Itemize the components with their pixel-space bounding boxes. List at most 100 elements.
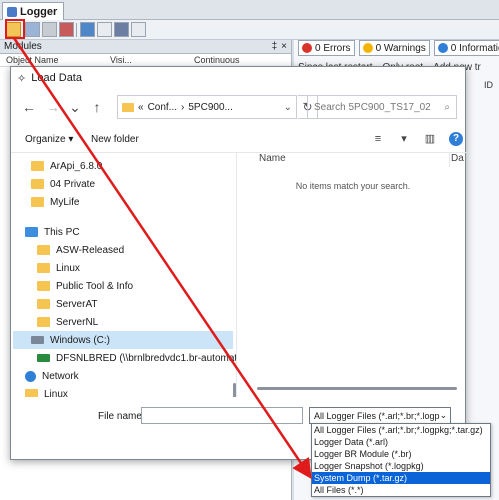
nav-pane-scrollbar[interactable]: [233, 383, 236, 397]
search-icon[interactable]: [97, 22, 112, 37]
logger-tab[interactable]: Logger: [2, 2, 65, 20]
nav-item-serverat[interactable]: ServerAT: [37, 295, 98, 313]
errors-label: 0 Errors: [315, 42, 351, 54]
main-toolbar: [0, 20, 499, 40]
nav-item-label: Network: [42, 370, 79, 382]
breadcrumb-5pc900[interactable]: 5PC900...: [188, 102, 232, 113]
new-folder-button[interactable]: New folder: [91, 134, 139, 145]
file-type-select[interactable]: All Logger Files (*.arl;*.br;*.logp ⌄: [309, 407, 451, 424]
informations-filter[interactable]: 0 Informations: [433, 40, 499, 56]
nav-item-label: This PC: [44, 226, 80, 238]
file-type-selected: All Logger Files (*.arl;*.br;*.logp: [314, 410, 440, 421]
up-arrow-icon[interactable]: ↑: [89, 99, 105, 115]
folder-icon: [25, 389, 38, 397]
nav-item-label: Linux: [44, 388, 68, 398]
column-name-header[interactable]: Name: [259, 153, 286, 164]
nav-item-linux[interactable]: Linux: [25, 385, 68, 397]
file-type-option[interactable]: Logger Data (*.arl): [312, 436, 490, 448]
organize-button[interactable]: Organize ▾: [25, 134, 73, 145]
file-type-option-highlighted[interactable]: System Dump (*.tar.gz): [312, 472, 490, 484]
view-caret-icon[interactable]: ▾: [397, 132, 411, 146]
nav-item-arapi[interactable]: ArApi_6.8.0: [31, 157, 102, 175]
dialog-title: Load Data: [31, 72, 82, 84]
nav-item-label: Public Tool & Info: [56, 280, 134, 292]
folder-icon: [31, 179, 44, 189]
nav-item-label: 04 Private: [50, 178, 96, 190]
breadcrumb-conf[interactable]: Conf...: [148, 102, 177, 113]
file-type-option[interactable]: All Logger Files (*.arl;*.br;*.logpkg;*.…: [312, 424, 490, 436]
nav-item-mylife[interactable]: MyLife: [31, 193, 79, 211]
column-visible[interactable]: Visi...: [104, 55, 188, 65]
back-arrow-icon[interactable]: ←: [21, 99, 37, 115]
filter-icon[interactable]: [131, 22, 146, 37]
logger-icon: [7, 6, 17, 17]
filter-row: 0 Errors 0 Warnings 0 Informations: [298, 40, 499, 58]
nav-item-network[interactable]: Network: [25, 367, 79, 385]
file-name-label: File name:: [98, 411, 145, 422]
nav-item-linux-folder[interactable]: Linux: [37, 259, 80, 277]
pin-icon[interactable]: ‡: [272, 41, 278, 52]
column-continuous[interactable]: Continuous: [188, 55, 240, 65]
connect-icon[interactable]: [114, 22, 129, 37]
save-icon[interactable]: [25, 22, 40, 37]
file-name-input[interactable]: [141, 407, 303, 424]
file-type-option[interactable]: All Files (*.*): [312, 484, 490, 496]
nav-item-label: ServerNL: [56, 316, 99, 328]
search-icon: ⌕: [444, 101, 450, 113]
warnings-filter[interactable]: 0 Warnings: [358, 40, 430, 56]
nav-item-label: Windows (C:): [50, 334, 111, 346]
nav-item-windows-c[interactable]: Windows (C:): [13, 331, 233, 349]
nav-item-public-tool[interactable]: Public Tool & Info: [37, 277, 133, 295]
help-icon[interactable]: ?: [449, 132, 463, 146]
warning-icon: [362, 43, 373, 53]
file-type-option[interactable]: Logger Snapshot (*.logpkg): [312, 460, 490, 472]
load-data-dialog: ✧ Load Data ← → ⌄ ↑ « Conf... › 5PC900..…: [10, 66, 467, 460]
annotation-highlight-box: [5, 19, 25, 39]
id-column-header: ID: [484, 80, 493, 90]
toolbar-separator: [76, 23, 77, 37]
empty-message: No items match your search.: [295, 181, 411, 191]
folder-icon: [37, 299, 50, 309]
folder-icon: [31, 161, 44, 171]
nav-item-label: ASW-Released: [56, 244, 125, 256]
refresh-list-icon[interactable]: [80, 22, 95, 37]
nav-item-label: MyLife: [50, 196, 80, 208]
drive-icon: [31, 336, 44, 344]
column-divider[interactable]: [449, 153, 450, 167]
column-object-name[interactable]: Object Name: [0, 55, 104, 65]
search-placeholder: Search 5PC900_TS17_02: [314, 101, 431, 113]
error-icon: [302, 43, 312, 53]
save-as-icon[interactable]: [42, 22, 57, 37]
breadcrumb-separator: ›: [181, 101, 185, 113]
app-tab-bar: Logger: [0, 0, 499, 20]
nav-item-this-pc[interactable]: This PC: [25, 223, 80, 241]
errors-filter[interactable]: 0 Errors: [298, 40, 355, 56]
load-data-dialog-icon: ✧: [17, 72, 27, 85]
logger-tab-label: Logger: [20, 5, 58, 18]
address-bar[interactable]: « Conf... › 5PC900... ⌄: [117, 95, 297, 119]
column-date-header[interactable]: Da: [451, 153, 464, 164]
dialog-title-bar: ✧ Load Data: [11, 67, 465, 89]
view-list-icon[interactable]: ≡: [371, 132, 385, 146]
nav-item-asw-released[interactable]: ASW-Released: [37, 241, 124, 259]
modules-title: Modules: [4, 41, 42, 52]
file-list-pane: Name Da No items match your search.: [251, 153, 465, 397]
nav-item-04-private[interactable]: 04 Private: [31, 175, 95, 193]
recent-locations-icon[interactable]: ⌄: [67, 99, 83, 115]
folder-icon: [37, 245, 50, 255]
folder-icon: [37, 263, 50, 273]
nav-item-servernl[interactable]: ServerNL: [37, 313, 98, 331]
address-prefix: «: [138, 101, 144, 113]
nav-item-network-drive[interactable]: DFSNLBRED (\\brnlbredvdc1.br-automation.…: [37, 349, 237, 367]
file-list-scrollbar[interactable]: [257, 387, 457, 390]
file-type-option[interactable]: Logger BR Module (*.br): [312, 448, 490, 460]
preview-pane-icon[interactable]: ▥: [423, 132, 437, 146]
chevron-down-icon[interactable]: ⌄: [284, 102, 296, 113]
close-icon[interactable]: ×: [281, 41, 287, 52]
search-input[interactable]: Search 5PC900_TS17_02 ⌕: [307, 95, 457, 119]
dialog-command-bar: Organize ▾ New folder ≡ ▾ ▥ ?: [11, 129, 467, 153]
nav-item-label: DFSNLBRED (\\brnlbredvdc1.br-automation.…: [56, 352, 237, 364]
forward-arrow-icon[interactable]: →: [45, 99, 61, 115]
delete-icon[interactable]: [59, 22, 74, 37]
folder-icon: [122, 102, 134, 112]
